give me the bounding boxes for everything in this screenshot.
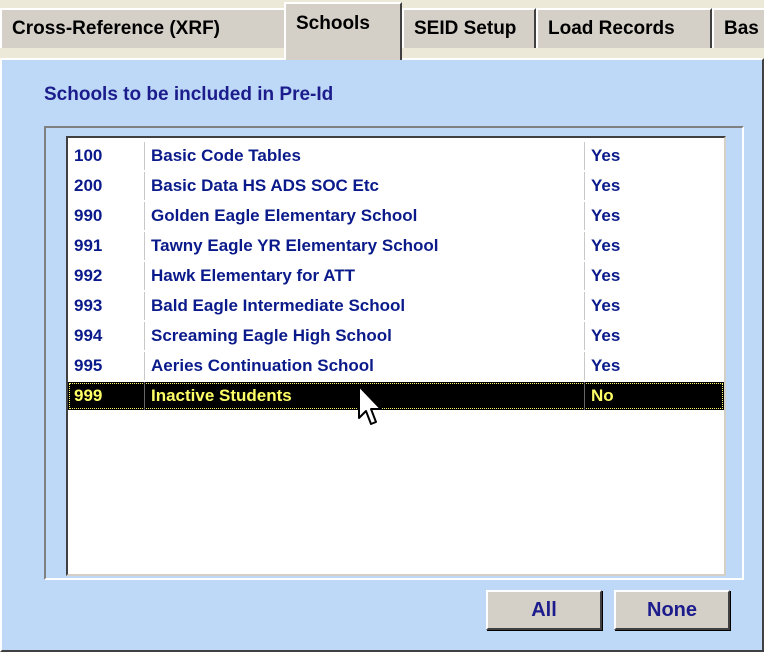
school-code: 993 [74, 296, 103, 315]
school-name: Tawny Eagle YR Elementary School [144, 232, 584, 260]
school-included: Yes [584, 232, 724, 260]
school-name: Aeries Continuation School [144, 352, 584, 380]
school-row-200[interactable]: 200 Basic Data HS ADS SOC Etc Yes [68, 172, 724, 200]
school-included: Yes [584, 292, 724, 320]
schools-list[interactable]: 100 Basic Code Tables Yes 200 Basic Data HS … [66, 136, 726, 576]
school-name: Basic Data HS ADS SOC Etc [144, 172, 584, 200]
mouse-cursor-icon [358, 385, 382, 425]
school-row-991[interactable]: 991 Tawny Eagle YR Elementary School Yes [68, 232, 724, 260]
school-name: Basic Code Tables [144, 142, 584, 170]
school-row-994[interactable]: 994 Screaming Eagle High School Yes [68, 322, 724, 350]
school-code: 991 [74, 236, 103, 255]
school-code: 995 [74, 356, 103, 375]
school-code: 990 [74, 206, 103, 225]
school-name: Bald Eagle Intermediate School [144, 292, 584, 320]
school-included: No [584, 382, 724, 410]
select-all-button[interactable]: All [486, 590, 602, 630]
school-code: 100 [74, 146, 103, 165]
school-included: Yes [584, 172, 724, 200]
school-row-992[interactable]: 992 Hawk Elementary for ATT Yes [68, 262, 724, 290]
school-name: Screaming Eagle High School [144, 322, 584, 350]
tab-seid-setup[interactable]: SEID Setup [402, 8, 536, 48]
tab-bas[interactable]: Bas [712, 8, 764, 48]
school-included: Yes [584, 142, 724, 170]
schools-panel-body: Schools to be included in Pre-Id 100 Basi… [4, 62, 762, 650]
schools-setup-window: Cross-Reference (XRF) Schools SEID Setup… [0, 0, 764, 652]
tab-load-records[interactable]: Load Records [536, 8, 712, 48]
school-code: 200 [74, 176, 103, 195]
school-row-990[interactable]: 990 Golden Eagle Elementary School Yes [68, 202, 724, 230]
schools-panel: Schools to be included in Pre-Id 100 Basi… [0, 58, 764, 652]
school-name: Hawk Elementary for ATT [144, 262, 584, 290]
schools-list-frame: 100 Basic Code Tables Yes 200 Basic Data HS … [44, 126, 744, 580]
school-code: 994 [74, 326, 103, 345]
tab-strip: Cross-Reference (XRF) Schools SEID Setup… [0, 0, 764, 60]
select-none-button[interactable]: None [614, 590, 730, 630]
tab-cross-reference[interactable]: Cross-Reference (XRF) [0, 8, 286, 48]
school-included: Yes [584, 352, 724, 380]
school-included: Yes [584, 262, 724, 290]
school-row-100[interactable]: 100 Basic Code Tables Yes [68, 142, 724, 170]
school-included: Yes [584, 322, 724, 350]
school-row-995[interactable]: 995 Aeries Continuation School Yes [68, 352, 724, 380]
school-code: 992 [74, 266, 103, 285]
school-row-993[interactable]: 993 Bald Eagle Intermediate School Yes [68, 292, 724, 320]
tab-schools[interactable]: Schools [284, 2, 402, 60]
school-name: Golden Eagle Elementary School [144, 202, 584, 230]
school-row-999[interactable]: 999 Inactive Students No [68, 382, 724, 410]
school-code: 999 [74, 386, 103, 405]
panel-title: Schools to be included in Pre-Id [44, 84, 334, 105]
school-included: Yes [584, 202, 724, 230]
